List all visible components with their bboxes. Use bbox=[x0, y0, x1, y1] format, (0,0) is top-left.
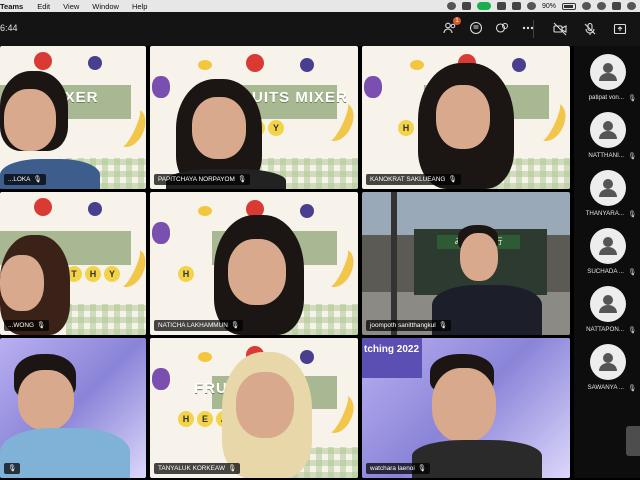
sidebar-participant-name: SUCHADA ... bbox=[587, 268, 624, 275]
slide-letter: H bbox=[85, 266, 101, 283]
menu-view[interactable]: View bbox=[63, 2, 79, 11]
macos-menubar: Teams Edit View Window Help 90% bbox=[0, 0, 640, 12]
participant-nametag: joompoth sanitthangkul 🎙 bbox=[366, 320, 451, 331]
chat-button[interactable] bbox=[468, 20, 484, 36]
notification-badge: 1 bbox=[453, 17, 461, 25]
slide-letter: H bbox=[178, 410, 194, 427]
participant-name: ...LOKA bbox=[8, 176, 31, 183]
participant-nametag: PAPITCHAYA NORPAYOM 🎙 bbox=[154, 174, 251, 185]
participant-nametag: KANOKRAT SAKLUEANG 🎙 bbox=[366, 174, 461, 185]
avatar-icon bbox=[590, 344, 626, 380]
text-input-icon[interactable] bbox=[511, 2, 521, 10]
mic-muted-icon: 🎙 bbox=[8, 465, 17, 472]
chat-icon bbox=[469, 21, 483, 35]
camera-off-icon bbox=[553, 22, 567, 36]
menu-help[interactable]: Help bbox=[132, 2, 147, 11]
participant-nametag: TANYALUK KORKEAW 🎙 bbox=[154, 463, 241, 474]
reactions-button[interactable] bbox=[494, 20, 510, 36]
status-area: 90% bbox=[446, 0, 636, 12]
participant-nametag: watchara laenoi 🎙 bbox=[366, 463, 431, 474]
reaction-icon bbox=[495, 23, 508, 33]
participant-nametag: ...WONG 🎙 bbox=[4, 320, 50, 331]
video-tile[interactable]: T H Y ...WONG 🎙 bbox=[0, 192, 146, 335]
mic-muted-icon: 🎙 bbox=[628, 211, 637, 218]
mic-button[interactable] bbox=[582, 21, 598, 37]
participant-name: NATICHA LAKHAMMUN bbox=[158, 322, 228, 329]
avatar-icon bbox=[590, 112, 626, 148]
participant-name: ...WONG bbox=[8, 322, 34, 329]
sidebar-participant-name: NATTAPON... bbox=[586, 326, 624, 333]
avatar-icon bbox=[590, 54, 626, 90]
menu-edit[interactable]: Edit bbox=[37, 2, 50, 11]
participant-name: watchara laenoi bbox=[370, 465, 415, 472]
sidebar-participant-name: patipat von... bbox=[588, 94, 624, 101]
control-center-icon[interactable] bbox=[612, 2, 621, 10]
toolbar-divider bbox=[533, 20, 534, 38]
meeting-timer: 6:44 bbox=[0, 23, 18, 33]
participant-name: KANOKRAT SAKLUEANG bbox=[370, 176, 446, 183]
participant-nametag: NATICHA LAKHAMMUN 🎙 bbox=[154, 320, 244, 331]
mic-muted-icon: 🎙 bbox=[228, 465, 237, 472]
menu-window[interactable]: Window bbox=[92, 2, 119, 11]
sidebar-participant[interactable]: SUCHADA ... 🎙 bbox=[574, 224, 640, 282]
sidebar-participant-name: NATTHANI... bbox=[588, 152, 624, 159]
video-tile[interactable]: H KANOKRAT SAKLUEANG 🎙 bbox=[362, 46, 570, 189]
mic-muted-icon: 🎙 bbox=[628, 327, 637, 334]
battery-icon[interactable] bbox=[562, 2, 576, 10]
sidebar-participant[interactable]: NATTAPON... 🎙 bbox=[574, 282, 640, 340]
participants-button[interactable]: 1 bbox=[442, 17, 461, 36]
sidebar-participant[interactable]: patipat von... 🎙 bbox=[574, 50, 640, 108]
mic-muted-icon: 🎙 bbox=[628, 385, 637, 392]
mic-muted-icon: 🎙 bbox=[438, 322, 447, 329]
video-tile-active-speaker[interactable]: tching 2022 watchara laenoi 🎙 bbox=[362, 338, 570, 478]
wifi-icon[interactable] bbox=[582, 2, 591, 10]
screen-record-icon[interactable] bbox=[446, 2, 456, 10]
camera-button[interactable] bbox=[552, 21, 568, 37]
sidebar-participant-name: THANYARA... bbox=[585, 210, 624, 217]
volume-icon[interactable] bbox=[526, 2, 536, 10]
participant-nametag: ...LOKA 🎙 bbox=[4, 174, 46, 185]
sidebar-participant[interactable]: SAWANYA ... 🎙 bbox=[574, 340, 640, 398]
line-icon[interactable] bbox=[496, 2, 506, 10]
mic-muted-icon: 🎙 bbox=[628, 95, 637, 102]
mic-muted-icon: 🎙 bbox=[417, 465, 427, 472]
app-menu[interactable]: Teams bbox=[0, 2, 23, 11]
sidebar-participant[interactable]: NATTHANI... 🎙 bbox=[574, 108, 640, 166]
search-icon[interactable] bbox=[597, 2, 606, 10]
mic-muted-icon: 🎙 bbox=[237, 176, 247, 183]
facetime-icon[interactable] bbox=[476, 2, 491, 10]
mic-muted-icon: 🎙 bbox=[448, 176, 457, 183]
video-grid: MIXER ...LOKA 🎙 FRUITS MIXER T H Y bbox=[0, 46, 574, 478]
sidebar-participant[interactable]: THANYARA... 🎙 bbox=[574, 166, 640, 224]
mic-muted-icon: 🎙 bbox=[33, 176, 42, 183]
avatar-icon bbox=[590, 170, 626, 206]
participant-nametag: 🎙 bbox=[4, 463, 21, 474]
participant-name: joompoth sanitthangkul bbox=[370, 322, 436, 329]
status-icon[interactable] bbox=[461, 2, 471, 10]
siri-icon[interactable] bbox=[627, 2, 636, 10]
share-icon bbox=[613, 23, 627, 35]
share-button[interactable] bbox=[612, 21, 628, 37]
avatar-icon bbox=[590, 286, 626, 322]
mic-muted-icon: 🎙 bbox=[628, 269, 637, 276]
video-tile[interactable]: みちのく銀行 joompoth sanitthangkul 🎙 bbox=[362, 192, 570, 335]
meeting-toolbar: 6:44 1 bbox=[0, 12, 640, 46]
self-view-thumbnail[interactable] bbox=[626, 426, 640, 456]
mic-muted-icon: 🎙 bbox=[36, 322, 46, 329]
mic-muted-icon: 🎙 bbox=[230, 322, 240, 329]
avatar-icon bbox=[590, 228, 626, 264]
video-tile[interactable]: FRU H E A TANYALUK KORKEAW 🎙 bbox=[150, 338, 358, 478]
participant-name: TANYALUK KORKEAW bbox=[158, 465, 225, 472]
video-tile[interactable]: MIXER ...LOKA 🎙 bbox=[0, 46, 146, 189]
video-tile[interactable]: H NATICHA LAKHAMMUN 🎙 bbox=[150, 192, 358, 335]
sidebar-participant-name: SAWANYA ... bbox=[587, 384, 624, 391]
video-tile[interactable]: FRUITS MIXER T H Y PAPITCHAYA NORPAYOM 🎙 bbox=[150, 46, 358, 189]
participant-sidebar: patipat von... 🎙 NATTHANI... 🎙 THANYARA.… bbox=[574, 46, 640, 478]
slide-letter: H bbox=[178, 266, 194, 283]
video-tile[interactable]: 🎙 bbox=[0, 338, 146, 478]
battery-percent: 90% bbox=[541, 2, 556, 10]
participant-name: PAPITCHAYA NORPAYOM bbox=[158, 176, 235, 183]
mic-muted-icon: 🎙 bbox=[628, 153, 637, 160]
mic-off-icon bbox=[584, 22, 596, 35]
